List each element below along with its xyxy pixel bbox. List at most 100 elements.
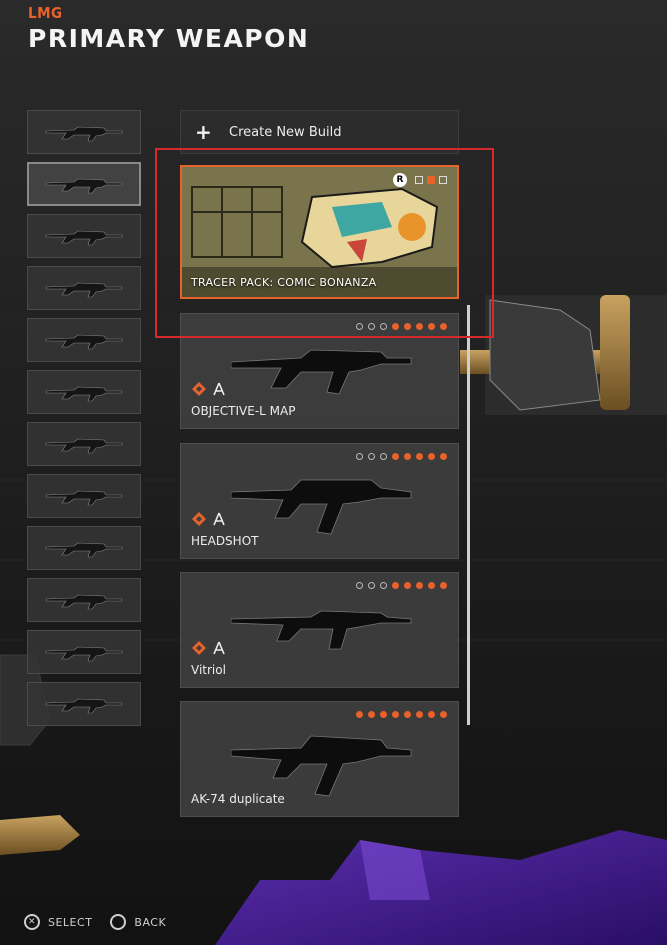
- attachment-slot-empty-icon: [356, 323, 363, 330]
- attachment-slot-filled-icon: [428, 323, 435, 330]
- attachment-slot-empty-icon: [356, 582, 363, 589]
- weapon-thumbnail[interactable]: [27, 630, 141, 674]
- weapon-thumb-icon: [45, 698, 123, 714]
- build-icons: [192, 382, 226, 396]
- weapon-thumbnail-list: [27, 110, 141, 734]
- weapon-silhouette-icon: [231, 735, 412, 797]
- build-card[interactable]: OBJECTIVE-L MAP: [180, 313, 459, 429]
- weapon-thumbnail[interactable]: [27, 318, 141, 362]
- weapon-thumb-icon: [45, 386, 123, 402]
- attachment-slot-filled-icon: [440, 711, 447, 718]
- build-icons: [192, 641, 226, 655]
- attachment-slots: [356, 323, 447, 330]
- weapon-thumb-icon: [45, 438, 123, 454]
- attachment-slots: [356, 453, 447, 460]
- back-hint[interactable]: BACK: [110, 914, 166, 930]
- weapon-thumbnail[interactable]: [27, 474, 141, 518]
- build-card[interactable]: HEADSHOT: [180, 443, 459, 559]
- page-title: PRIMARY WEAPON: [28, 24, 310, 53]
- header: LMG PRIMARY WEAPON: [28, 4, 309, 53]
- weapon-thumbnail[interactable]: [27, 682, 141, 726]
- attachment-slots: [356, 582, 447, 589]
- weapon-thumbnail[interactable]: [27, 162, 141, 206]
- build-card[interactable]: Vitriol: [180, 572, 459, 688]
- build-name: OBJECTIVE-L MAP: [191, 404, 296, 418]
- weapon-thumbnail[interactable]: [27, 370, 141, 414]
- variant-square-icon: [439, 176, 447, 184]
- footer-hints: ✕ SELECT BACK: [24, 914, 166, 930]
- variant-square-icon: [427, 176, 435, 184]
- compass-icon: [213, 382, 225, 396]
- attachment-slots: [356, 711, 447, 718]
- create-new-build-label: Create New Build: [229, 124, 342, 140]
- attachment-slot-filled-icon: [404, 453, 411, 460]
- attachment-slot-filled-icon: [440, 323, 447, 330]
- attachment-slot-filled-icon: [392, 453, 399, 460]
- attachment-slot-filled-icon: [428, 711, 435, 718]
- tracer-pack-name: TRACER PACK: COMIC BONANZA: [191, 276, 377, 289]
- variant-square-icon: [415, 176, 423, 184]
- build-icons: [192, 512, 226, 526]
- attachment-slot-filled-icon: [368, 711, 375, 718]
- back-label: BACK: [134, 915, 167, 929]
- weapon-thumb-icon: [45, 230, 123, 246]
- build-list: + Create New Build: [180, 110, 459, 154]
- attachment-slot-empty-icon: [368, 453, 375, 460]
- build-name: Vitriol: [191, 663, 226, 677]
- attachment-slot-filled-icon: [356, 711, 363, 718]
- attachment-slot-filled-icon: [440, 582, 447, 589]
- attachment-slot-filled-icon: [416, 323, 423, 330]
- attachment-slot-filled-icon: [416, 711, 423, 718]
- weapon-thumb-icon: [45, 178, 123, 194]
- attachment-slot-filled-icon: [428, 582, 435, 589]
- weapon-silhouette-icon: [231, 479, 412, 535]
- weapon-thumbnail[interactable]: [27, 110, 141, 154]
- attachment-slot-empty-icon: [380, 582, 387, 589]
- attachment-slot-empty-icon: [368, 323, 375, 330]
- select-label: SELECT: [48, 915, 93, 929]
- attachment-slot-filled-icon: [392, 711, 399, 718]
- attachment-slot-empty-icon: [380, 453, 387, 460]
- tracer-rarity-indicators: R: [393, 173, 447, 187]
- scrollbar[interactable]: [467, 305, 470, 725]
- weapon-thumbnail[interactable]: [27, 266, 141, 310]
- circle-button-icon: [110, 914, 127, 930]
- weapon-category: LMG: [28, 4, 63, 22]
- build-name: HEADSHOT: [191, 534, 259, 548]
- attachment-slot-filled-icon: [440, 453, 447, 460]
- weapon-thumb-icon: [45, 126, 123, 142]
- attachment-slot-filled-icon: [380, 711, 387, 718]
- weapon-silhouette-icon: [231, 610, 412, 650]
- weapon-thumbnail[interactable]: [27, 526, 141, 570]
- weapon-thumbnail[interactable]: [27, 214, 141, 258]
- build-name: AK-74 duplicate: [191, 792, 285, 806]
- attachment-slot-filled-icon: [404, 582, 411, 589]
- attachment-slot-empty-icon: [356, 453, 363, 460]
- attachment-slot-filled-icon: [404, 711, 411, 718]
- weapon-thumb-icon: [45, 542, 123, 558]
- weapon-thumb-icon: [45, 490, 123, 506]
- reactive-badge-icon: R: [393, 173, 407, 187]
- weapon-thumb-icon: [45, 282, 123, 298]
- camo-diamond-icon: [192, 641, 206, 655]
- cross-button-icon: ✕: [24, 914, 40, 930]
- tracer-pack-card[interactable]: R TRACER PACK: COMIC BONANZA: [180, 165, 459, 299]
- weapon-thumb-icon: [45, 646, 123, 662]
- build-card[interactable]: AK-74 duplicate: [180, 701, 459, 817]
- attachment-slot-filled-icon: [416, 453, 423, 460]
- weapon-thumb-icon: [45, 334, 123, 350]
- weapon-thumbnail[interactable]: [27, 578, 141, 622]
- attachment-slot-empty-icon: [368, 582, 375, 589]
- weapon-silhouette-icon: [231, 349, 412, 395]
- attachment-slot-filled-icon: [416, 582, 423, 589]
- compass-icon: [213, 512, 225, 526]
- weapon-thumbnail[interactable]: [27, 422, 141, 466]
- weapon-thumb-icon: [45, 594, 123, 610]
- create-new-build-button[interactable]: + Create New Build: [180, 110, 459, 154]
- attachment-slot-filled-icon: [428, 453, 435, 460]
- attachment-slot-filled-icon: [404, 323, 411, 330]
- compass-icon: [213, 641, 225, 655]
- plus-icon: +: [195, 120, 212, 144]
- select-hint[interactable]: ✕ SELECT: [24, 914, 92, 930]
- attachment-slot-empty-icon: [380, 323, 387, 330]
